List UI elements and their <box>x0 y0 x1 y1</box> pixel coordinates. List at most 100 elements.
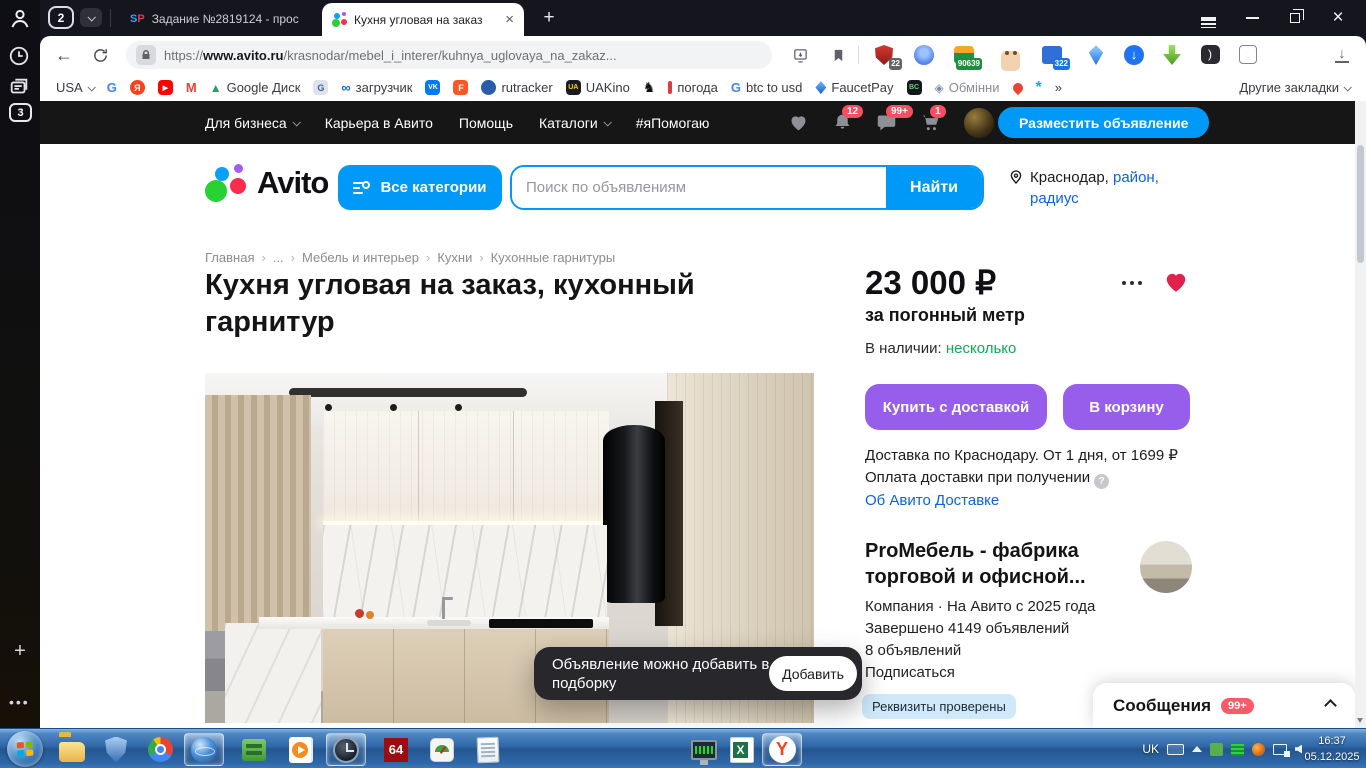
messages-widget[interactable]: Сообщения 99+ <box>1093 683 1355 728</box>
about-delivery-link[interactable]: Об Авито Доставке <box>865 492 1215 509</box>
bookmark-f[interactable]: F <box>453 80 469 95</box>
bookmark-btc[interactable]: Gbtc to usd <box>731 80 803 95</box>
taskbar-clock-app[interactable] <box>326 733 366 766</box>
back-button[interactable]: ← <box>52 43 76 67</box>
taskbar-excel[interactable] <box>722 733 762 766</box>
ext-downloader-icon[interactable]: ↓ <box>1122 44 1146 66</box>
ext-baby-icon[interactable] <box>998 44 1022 71</box>
downloads-icon[interactable]: ↓ <box>1330 44 1354 66</box>
ext-hand-icon[interactable] <box>1236 44 1260 66</box>
collections-icon[interactable] <box>8 76 32 100</box>
bookmark-chess[interactable]: ♞ <box>643 79 656 96</box>
browser-menu-icon[interactable] <box>1191 0 1225 36</box>
more-actions-icon[interactable] <box>1122 281 1142 285</box>
seller-avatar[interactable] <box>1140 541 1192 593</box>
ext-friends-icon[interactable] <box>912 44 936 66</box>
tab-inactive[interactable]: SP Задание №2819124 - прос <box>120 4 318 33</box>
language-indicator[interactable]: UK <box>1142 742 1159 756</box>
profile-icon[interactable] <box>8 6 32 30</box>
all-categories-button[interactable]: Все категории <box>338 165 502 210</box>
keyboard-icon[interactable] <box>1167 743 1184 755</box>
bookmark-yandex[interactable]: Я <box>129 80 145 95</box>
tray-chip-icon[interactable] <box>1210 742 1223 756</box>
taskbar-speedtest-app[interactable] <box>422 733 462 766</box>
ext-adguard-icon[interactable]: 22 <box>872 44 902 70</box>
bookmark-faucetpay[interactable]: FaucetPay <box>815 80 894 95</box>
chevron-up-icon[interactable] <box>1324 699 1337 712</box>
taskbar-browser-active[interactable] <box>184 733 224 766</box>
favorites-icon[interactable] <box>788 112 809 133</box>
send-to-device-icon[interactable] <box>788 43 812 67</box>
bookmark-translate[interactable]: G <box>313 80 329 95</box>
tab-list-chevron[interactable] <box>80 8 102 27</box>
search-button[interactable]: Найти <box>886 167 982 208</box>
bookmark-folder-usa[interactable]: USA <box>56 80 96 95</box>
taskbar-explorer[interactable] <box>52 733 92 766</box>
taskbar-hardware-app[interactable] <box>234 733 274 766</box>
nav-catalogs[interactable]: Каталоги <box>539 115 612 131</box>
buy-with-delivery-button[interactable]: Купить с доставкой <box>865 384 1047 430</box>
bookmark-google[interactable]: G <box>107 80 117 95</box>
history-icon[interactable] <box>8 45 32 69</box>
ext-counter-icon[interactable]: 90639 <box>952 44 982 70</box>
post-ad-button[interactable]: Разместить объявление <box>998 107 1210 138</box>
nav-help[interactable]: Помощь <box>459 115 513 131</box>
bookmark-kyivstar[interactable]: * <box>1036 79 1042 95</box>
taskbar-media-app[interactable] <box>280 733 320 766</box>
breadcrumb-sets[interactable]: Кухонные гарнитуры <box>491 250 616 265</box>
bookmark-rutracker[interactable]: rutracker <box>481 80 553 95</box>
other-bookmarks[interactable]: Другие закладки <box>1239 80 1352 95</box>
user-avatar[interactable] <box>964 107 994 138</box>
breadcrumb-furniture[interactable]: Мебель и интерьер <box>302 250 419 265</box>
tab-active[interactable]: Кухня угловая на заказ × <box>322 3 524 36</box>
scrollbar-down-arrow[interactable] <box>1357 718 1363 723</box>
taskbar-yandex-browser[interactable]: Y <box>762 733 802 766</box>
ext-blue-icon[interactable]: 322 <box>1040 44 1070 70</box>
scrollbar-thumb[interactable] <box>1357 145 1364 263</box>
bookmark-gmail[interactable]: M <box>186 80 197 95</box>
favorite-heart-icon[interactable] <box>1162 269 1190 295</box>
taskbar-monitor-app[interactable] <box>684 733 724 766</box>
seller-name[interactable]: ProМебель - фабрика торговой и офисной..… <box>865 538 1117 590</box>
tab-counter[interactable]: 2 <box>48 6 74 29</box>
bookmark-vk[interactable]: VK <box>425 80 441 95</box>
breadcrumb-kitchens[interactable]: Кухни <box>437 250 472 265</box>
bookmark-exchange[interactable]: ◈ Обмінни <box>935 80 1000 95</box>
new-tab-button[interactable]: + <box>537 6 561 30</box>
taskbar-chrome[interactable] <box>140 733 180 766</box>
breadcrumb-ellipsis[interactable]: ... <box>273 250 284 265</box>
tray-monitor-icon[interactable] <box>1231 742 1244 756</box>
page-scrollbar[interactable] <box>1355 101 1366 728</box>
lock-icon[interactable] <box>136 45 156 65</box>
search-input[interactable] <box>512 167 886 208</box>
workspace-badge[interactable]: 3 <box>9 103 32 122</box>
bookmark-weather[interactable]: погода <box>668 80 718 95</box>
nav-business[interactable]: Для бизнеса <box>205 115 301 131</box>
bookmark-bc[interactable]: BC <box>906 80 922 95</box>
bookmarks-overflow[interactable]: » <box>1055 80 1062 95</box>
restore-button[interactable] <box>1278 0 1312 36</box>
start-button[interactable] <box>7 731 43 767</box>
tray-app-icon[interactable] <box>1252 742 1265 756</box>
volume-icon[interactable] <box>1295 744 1302 754</box>
toast-add-button[interactable]: Добавить <box>769 656 857 691</box>
taskbar-shield-app[interactable] <box>96 733 136 766</box>
bookmark-loader[interactable]: ∞ загрузчик <box>341 80 412 95</box>
tab-close-icon[interactable]: × <box>505 11 514 28</box>
sidebar-more-icon[interactable]: ••• <box>9 694 30 710</box>
avito-logo[interactable]: Avito <box>205 163 345 209</box>
network-icon[interactable] <box>1273 743 1290 757</box>
address-bar[interactable]: https://www.avito.ru/krasnodar/mebel_i_i… <box>126 41 772 69</box>
nav-career[interactable]: Карьера в Авито <box>325 115 433 131</box>
tray-clock[interactable]: 16:37 05.12.2025 <box>1303 733 1361 765</box>
bookmark-uakino[interactable]: UA UAKino <box>565 80 630 95</box>
bookmark-gdrive[interactable]: ▲ Google Диск <box>210 80 301 95</box>
messages-icon[interactable]: 99+ <box>876 105 913 133</box>
notifications-icon[interactable]: 12 <box>832 105 864 133</box>
ext-kite-icon[interactable] <box>1084 44 1108 66</box>
ext-savefrom-icon[interactable] <box>1160 44 1184 66</box>
add-to-cart-button[interactable]: В корзину <box>1063 384 1190 430</box>
bookmark-youtube[interactable]: ▶ <box>157 80 173 95</box>
bookmark-flag-icon[interactable] <box>826 43 850 67</box>
taskbar-notepad[interactable] <box>468 733 508 766</box>
